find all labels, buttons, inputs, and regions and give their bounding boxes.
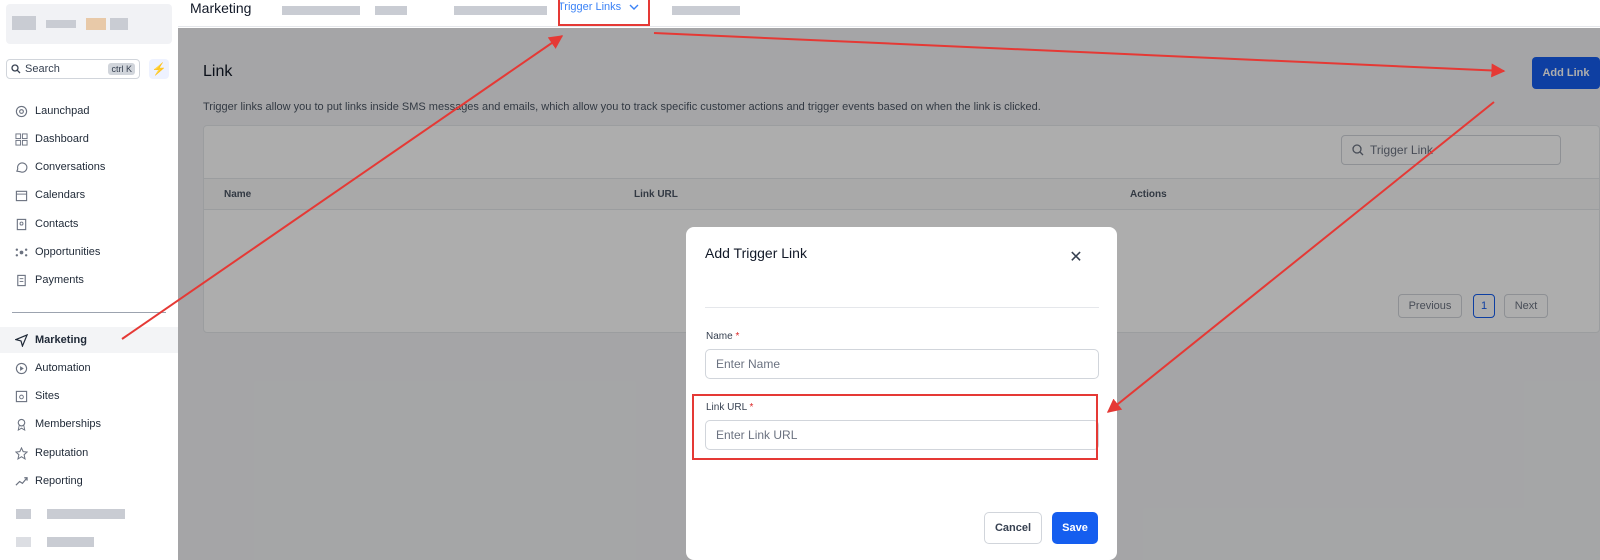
arrow-marketing-to-trigger-links — [121, 35, 564, 340]
arrow-trigger-links-to-add-link — [653, 32, 1506, 78]
arrow-add-link-to-url-field — [1106, 101, 1495, 413]
annotation-arrows — [121, 32, 1506, 413]
